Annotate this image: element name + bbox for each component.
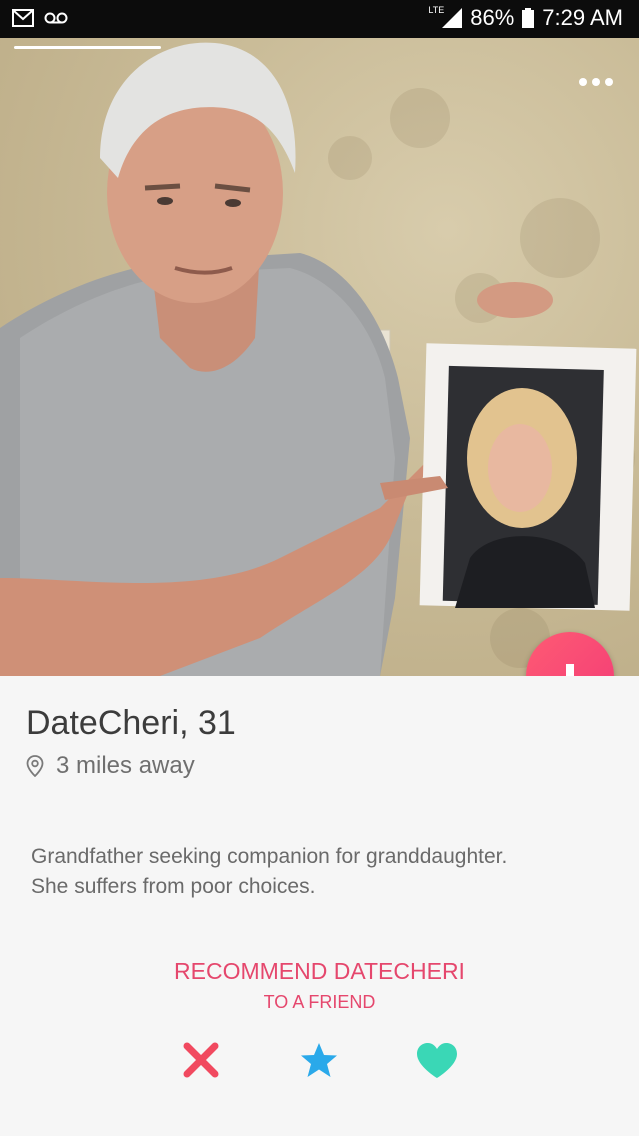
super-like-button[interactable] [300,1042,338,1083]
profile-name: DateCheri [26,704,180,742]
profile-bio: Grandfather seeking companion for grandd… [31,842,621,902]
lte-label: LTE [428,5,445,15]
profile-photo[interactable] [0,38,639,676]
heart-icon [417,1043,457,1078]
clock: 7:29 AM [542,5,623,30]
more-dot-icon [579,78,587,86]
recommend-subtitle[interactable]: TO A FRIEND [0,992,639,1013]
profile-name-age: DateCheri, 31 [26,704,236,743]
more-dot-icon [592,78,600,86]
profile-info: DateCheri, 31 3 miles away Grandfather s… [0,676,639,1136]
name-separator: , [179,704,198,742]
close-icon [183,1042,219,1078]
like-button[interactable] [415,1042,459,1085]
distance-text: 3 miles away [56,752,195,779]
recommend-link[interactable]: RECOMMEND DATECHERI [0,958,639,985]
location-pin-icon [26,755,44,777]
swipe-actions [0,1040,639,1084]
bio-line: Grandfather seeking companion for grandd… [31,845,508,868]
battery-percent: 86% [470,5,515,30]
photo-illustration [0,42,637,676]
status-notifications [12,9,68,27]
star-icon [301,1043,337,1077]
nope-button[interactable] [181,1040,221,1085]
bio-line: She suffers from poor choices. [31,875,316,898]
photo-progress-bar [14,46,161,49]
more-options-button[interactable] [579,78,613,86]
profile-age: 31 [197,704,236,742]
status-bar: LTE 86% 7:29 AM [0,0,639,38]
status-indicators: LTE 86% 7:29 AM [428,5,623,31]
profile-distance: 3 miles away [26,752,195,780]
voicemail-icon [44,12,68,24]
battery-icon [522,8,535,28]
gmail-icon [12,9,34,27]
signal-icon [442,8,463,28]
more-dot-icon [605,78,613,86]
